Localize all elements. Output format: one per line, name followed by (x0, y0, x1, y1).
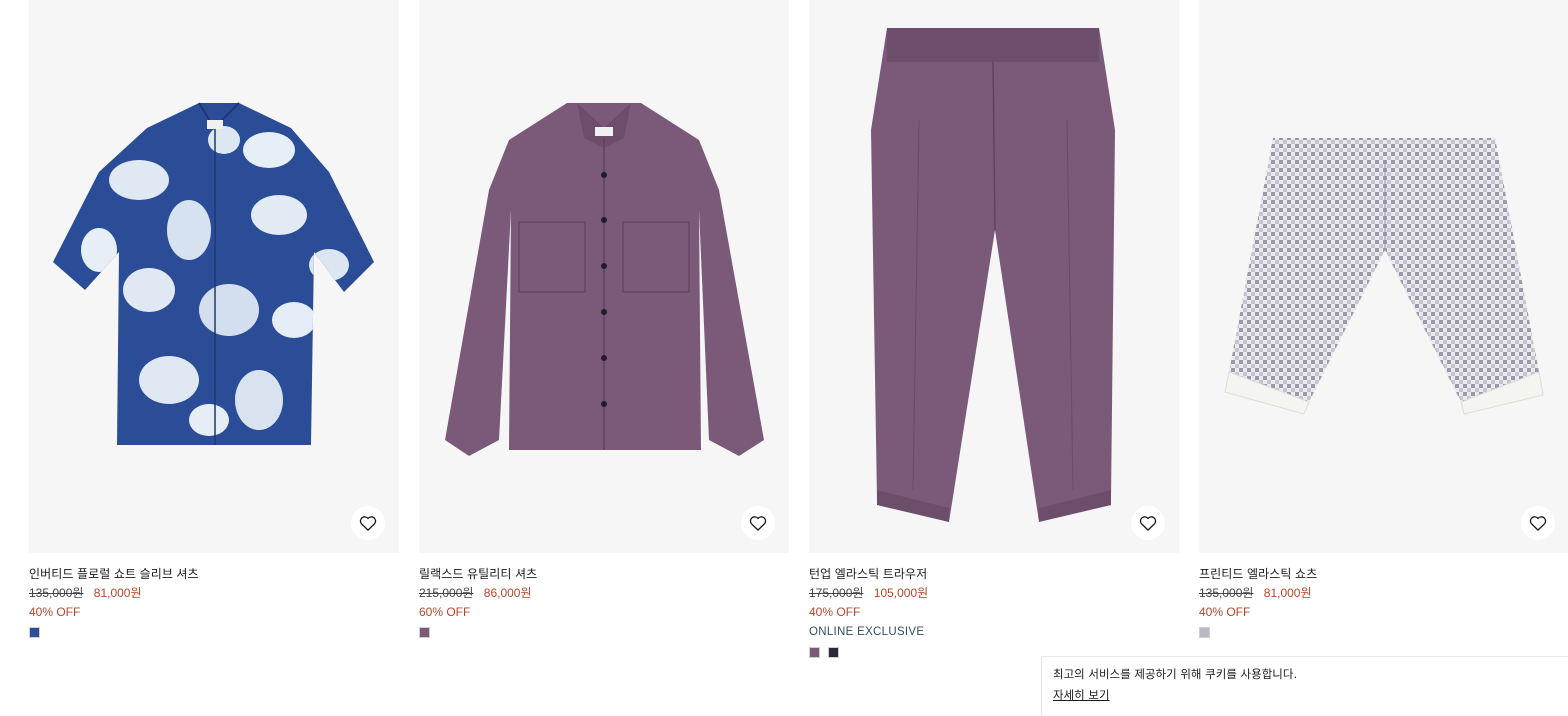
product-prices: 135,000원 81,000원 (1199, 586, 1568, 600)
product-prices: 135,000원 81,000원 (29, 586, 399, 600)
original-price: 215,000원 (419, 586, 474, 600)
product-card[interactable]: 프린티드 엘라스틱 쇼츠 135,000원 81,000원 40% OFF (1199, 0, 1568, 638)
sale-price: 81,000원 (1263, 586, 1312, 600)
product-grid: 인버티드 플로럴 쇼트 슬리브 셔츠 135,000원 81,000원 40% … (29, 0, 1568, 706)
sale-price: 105,000원 (873, 586, 929, 600)
product-card[interactable]: 턴업 엘라스틱 트라우저 175,000원 105,000원 40% OFF O… (809, 0, 1179, 658)
product-name[interactable]: 릴랙스드 유틸리티 셔츠 (419, 567, 789, 581)
heart-outline-icon (1139, 516, 1157, 531)
product-name[interactable]: 인버티드 플로럴 쇼트 슬리브 셔츠 (29, 567, 399, 581)
product-image[interactable] (29, 0, 399, 553)
original-price: 135,000원 (29, 586, 84, 600)
original-price: 175,000원 (809, 586, 864, 600)
heart-outline-icon (749, 516, 767, 531)
sale-price: 81,000원 (93, 586, 142, 600)
product-name[interactable]: 턴업 엘라스틱 트라우저 (809, 567, 1179, 581)
color-swatches (419, 627, 789, 638)
product-image[interactable] (809, 0, 1179, 553)
sale-price: 86,000원 (483, 586, 532, 600)
cookie-banner: 최고의 서비스를 제공하기 위해 쿠키를 사용합니다. 자세히 보기 (1041, 656, 1568, 716)
product-card[interactable]: 릴랙스드 유틸리티 셔츠 215,000원 86,000원 60% OFF (419, 0, 789, 638)
product-name[interactable]: 프린티드 엘라스틱 쇼츠 (1199, 567, 1568, 581)
product-image[interactable] (419, 0, 789, 553)
heart-outline-icon (1529, 516, 1547, 531)
color-swatch[interactable] (419, 627, 430, 638)
product-prices: 215,000원 86,000원 (419, 586, 789, 600)
color-swatch[interactable] (809, 647, 820, 658)
color-swatch[interactable] (828, 647, 839, 658)
discount-label: 40% OFF (809, 605, 861, 619)
cookie-message: 최고의 서비스를 제공하기 위해 쿠키를 사용합니다. (1053, 667, 1298, 681)
color-swatch[interactable] (1199, 627, 1210, 638)
utility-shirt-image (445, 103, 764, 456)
favorite-button[interactable] (741, 506, 775, 540)
shorts-image (1224, 138, 1544, 415)
discount-label: 40% OFF (29, 605, 81, 619)
product-card[interactable]: 인버티드 플로럴 쇼트 슬리브 셔츠 135,000원 81,000원 40% … (29, 0, 399, 638)
product-image[interactable] (1199, 0, 1568, 553)
color-swatch[interactable] (29, 627, 40, 638)
favorite-button[interactable] (1521, 506, 1555, 540)
floral-shirt-image (53, 102, 374, 445)
online-exclusive-badge: ONLINE EXCLUSIVE (809, 626, 925, 638)
original-price: 135,000원 (1199, 586, 1254, 600)
favorite-button[interactable] (1131, 506, 1165, 540)
favorite-button[interactable] (351, 506, 385, 540)
color-swatches (29, 627, 399, 638)
discount-label: 60% OFF (419, 605, 471, 619)
heart-outline-icon (359, 516, 377, 531)
product-prices: 175,000원 105,000원 (809, 586, 1179, 600)
trousers-image (871, 28, 1115, 522)
color-swatches (1199, 627, 1568, 638)
cookie-more-link[interactable]: 자세히 보기 (1053, 687, 1110, 703)
discount-label: 40% OFF (1199, 605, 1251, 619)
